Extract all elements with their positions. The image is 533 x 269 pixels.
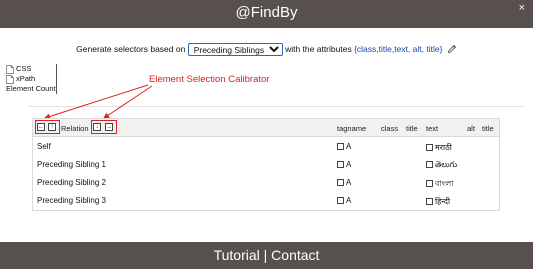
relation-cell: Preceding Sibling 2 (37, 178, 106, 187)
text-cell: বাংলা (426, 178, 454, 191)
text-checkbox[interactable] (426, 144, 433, 151)
text-value: हिन्दी (435, 197, 451, 206)
table-row: Preceding Sibling 3 A हिन्दी (33, 192, 499, 210)
column-header-title: title (406, 124, 418, 133)
arrow-up-icon[interactable]: ↑ (48, 123, 56, 131)
text-cell: मराठी (426, 142, 452, 153)
tagname-checkbox[interactable] (337, 161, 344, 168)
tagname-checkbox[interactable] (337, 143, 344, 150)
tagname-value: A (346, 160, 352, 169)
arrow-right-icon[interactable]: → (105, 123, 113, 131)
tagname-value: A (346, 142, 352, 151)
footer-bar: Tutorial | Contact (0, 242, 533, 269)
column-header-relation: Relation (61, 124, 89, 133)
relation-table: ← ↑ Relation ↓ → tagname class title tex… (32, 118, 500, 211)
column-header-title: title (482, 124, 494, 133)
text-checkbox[interactable] (426, 198, 433, 205)
tutorial-link[interactable]: Tutorial (214, 247, 260, 263)
text-cell: తెలుగు (426, 160, 457, 171)
annotation-arrow (103, 85, 153, 119)
table-row: Preceding Sibling 2 A বাংলা (33, 174, 499, 192)
arrow-left-icon[interactable]: ← (37, 123, 45, 131)
tagname-value: A (346, 196, 352, 205)
tagname-cell: A (337, 160, 351, 169)
arrow-down-icon[interactable]: ↓ (93, 123, 101, 131)
text-value: मराठी (435, 143, 452, 152)
tagname-checkbox[interactable] (337, 197, 344, 204)
column-header-text: text (426, 124, 439, 133)
text-value: বাংলা (435, 179, 454, 188)
text-checkbox[interactable] (426, 161, 433, 168)
text-cell: हिन्दी (426, 196, 450, 207)
text-checkbox[interactable] (426, 180, 433, 187)
annotation-arrow (44, 84, 149, 120)
relation-cell: Preceding Sibling 3 (37, 196, 106, 205)
relation-cell: Preceding Sibling 1 (37, 160, 106, 169)
text-value: తెలుగు (435, 160, 458, 169)
table-header: ← ↑ Relation ↓ → tagname class title tex… (33, 119, 499, 137)
column-header-alt: alt (467, 124, 475, 133)
tagname-cell: A (337, 196, 351, 205)
table-row: Self A मराठी (33, 138, 499, 156)
column-header-class: class (381, 124, 399, 133)
column-header-tagname: tagname (337, 124, 367, 133)
tagname-value: A (346, 178, 352, 187)
table-row: Preceding Sibling 1 A తెలుగు (33, 156, 499, 174)
contact-link[interactable]: Contact (271, 247, 319, 263)
tagname-cell: A (337, 142, 351, 151)
footer-separator: | (263, 247, 268, 263)
tagname-checkbox[interactable] (337, 179, 344, 186)
relation-cell: Self (37, 142, 51, 151)
tagname-cell: A (337, 178, 351, 187)
